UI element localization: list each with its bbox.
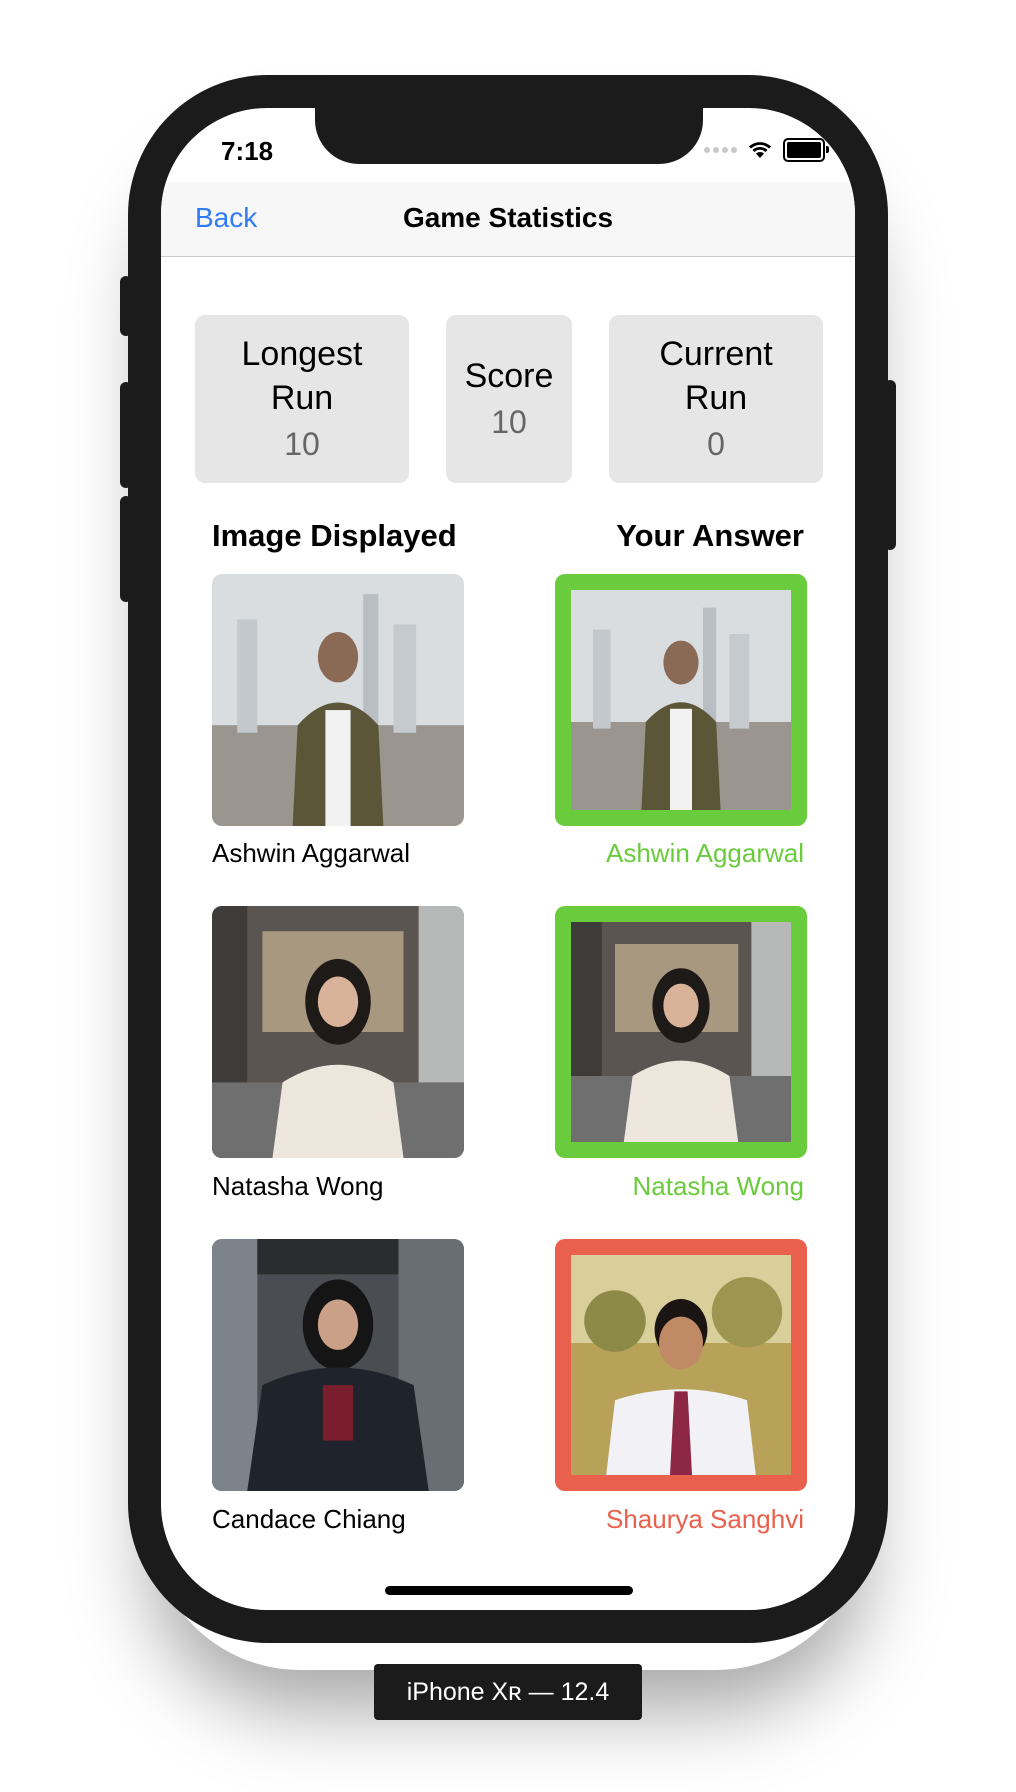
- answer-name: Shaurya Sanghvi: [605, 1504, 804, 1534]
- stat-value: 0: [707, 426, 725, 462]
- stat-label: Current: [659, 335, 773, 373]
- volume-up-button: [120, 382, 132, 488]
- column-heading-your-answer: Your Answer: [616, 518, 804, 553]
- signal-icon: [704, 147, 737, 153]
- displayed-name: Natasha Wong: [212, 1171, 384, 1201]
- page-title: Game Statistics: [402, 202, 614, 233]
- stat-longest-run: Longest Run 10: [195, 315, 409, 483]
- wifi-icon: [749, 142, 771, 158]
- answer-name: Natasha Wong: [632, 1171, 804, 1201]
- stat-label: Longest: [241, 335, 363, 373]
- displayed-name: Ashwin Aggarwal: [212, 838, 410, 868]
- stat-label: Run: [270, 379, 334, 417]
- answer-photo-wrong: [555, 1239, 807, 1491]
- battery-icon: [783, 138, 829, 162]
- status-indicators: [704, 138, 829, 162]
- stat-current-run: Current Run 0: [609, 315, 823, 483]
- volume-down-button: [120, 496, 132, 602]
- stat-label: Score: [464, 357, 554, 395]
- notch: [315, 108, 703, 164]
- phone-screen: 7:18 Back Game Statistics Longest Run 10…: [161, 108, 855, 1610]
- displayed-photo: [212, 1239, 464, 1491]
- answer-photo-correct: [555, 574, 807, 826]
- power-button: [884, 380, 896, 550]
- displayed-name: Candace Chiang: [212, 1504, 406, 1534]
- displayed-photo: [212, 906, 464, 1158]
- mute-switch: [120, 276, 132, 336]
- status-time: 7:18: [221, 136, 274, 166]
- navigation-bar: Back Game Statistics: [161, 182, 855, 257]
- answer-name: Ashwin Aggarwal: [606, 838, 804, 868]
- stat-value: 10: [284, 426, 320, 462]
- stat-label: Run: [684, 379, 748, 417]
- stat-value: 10: [491, 404, 527, 440]
- home-indicator[interactable]: [385, 1586, 633, 1595]
- stat-score: Score 10: [446, 315, 572, 483]
- column-heading-image-displayed: Image Displayed: [212, 518, 457, 553]
- answer-photo-correct: [555, 906, 807, 1158]
- displayed-photo: [212, 574, 464, 826]
- device-label: iPhone Xʀ — 12.4: [374, 1664, 642, 1720]
